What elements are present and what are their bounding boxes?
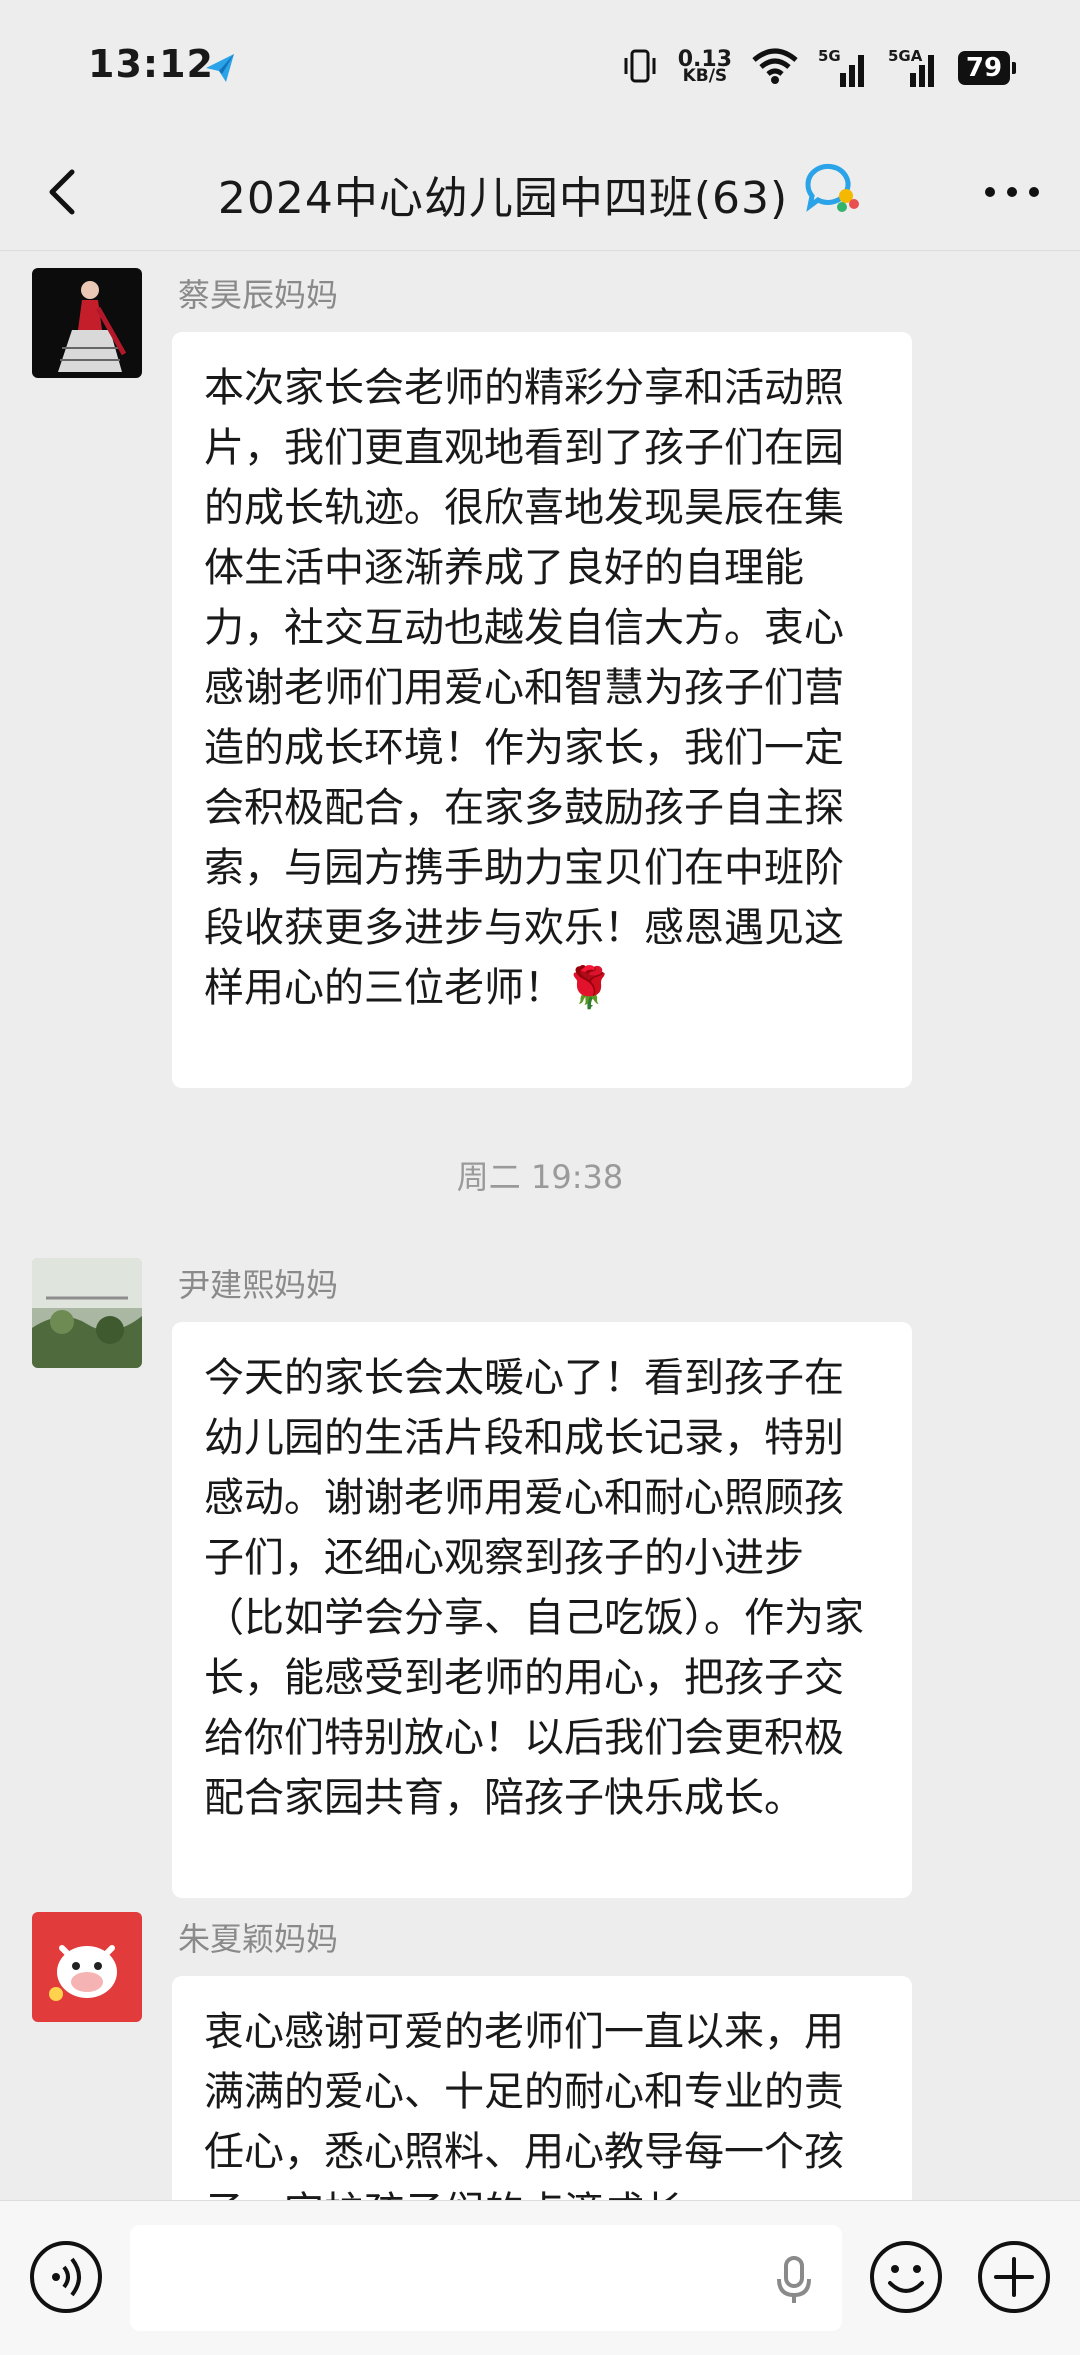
battery-indicator: 79: [958, 51, 1016, 85]
sender-name: 朱夏颖妈妈: [178, 1920, 339, 1958]
sender-name: 尹建熙妈妈: [178, 1266, 339, 1304]
message-timestamp: 周二 19:38: [456, 1158, 624, 1196]
emoji-icon: [870, 2241, 942, 2313]
message-bubble[interactable]: 衷心感谢可爱的老师们一直以来，用满满的爱心、十足的耐心和专业的责任心，悉心照料、…: [172, 1976, 912, 2200]
wifi-icon: [750, 46, 800, 90]
status-time: 13:12: [88, 42, 214, 86]
voice-icon: [30, 2241, 102, 2313]
emoji-button[interactable]: [868, 2239, 944, 2315]
voice-mode-button[interactable]: [28, 2239, 104, 2315]
vibrate-icon: [620, 46, 660, 90]
group-name: 2024中心幼儿园中四班(63): [217, 172, 789, 224]
more-dots-icon: [985, 187, 1039, 197]
chat-header: 2024中心幼儿园中四班(63): [0, 140, 1080, 251]
microphone-icon[interactable]: [774, 2255, 814, 2305]
avatar[interactable]: [32, 268, 142, 378]
signal-sim2: 5GA: [888, 47, 940, 89]
chat-message-list[interactable]: 蔡昊辰妈妈 本次家长会老师的精彩分享和活动照片，我们更直观地看到了孩子们在园的成…: [0, 252, 1080, 2200]
message-bubble[interactable]: 本次家长会老师的精彩分享和活动照片，我们更直观地看到了孩子们在园的成长轨迹。很欣…: [172, 332, 912, 1088]
chat-title: 2024中心幼儿园中四班(63): [0, 160, 1080, 227]
more-actions-button[interactable]: [976, 2239, 1052, 2315]
plus-icon: [978, 2241, 1050, 2313]
status-bar: 13:12 0.13 KB/S 5G 5GA 79: [0, 0, 1080, 140]
more-options-button[interactable]: [982, 180, 1042, 204]
avatar[interactable]: [32, 1912, 142, 2022]
network-speed: 0.13 KB/S: [677, 47, 732, 86]
sender-name: 蔡昊辰妈妈: [178, 276, 339, 314]
signal-sim1: 5G: [818, 47, 870, 89]
group-chat-badge-icon[interactable]: [800, 160, 862, 227]
app-notification-icon: [200, 48, 240, 92]
message-input[interactable]: [130, 2225, 842, 2331]
avatar[interactable]: [32, 1258, 142, 1368]
message-bubble[interactable]: 今天的家长会太暖心了！看到孩子在幼儿园的生活片段和成长记录，特别感动。谢谢老师用…: [172, 1322, 912, 1898]
input-bar: [0, 2200, 1080, 2355]
